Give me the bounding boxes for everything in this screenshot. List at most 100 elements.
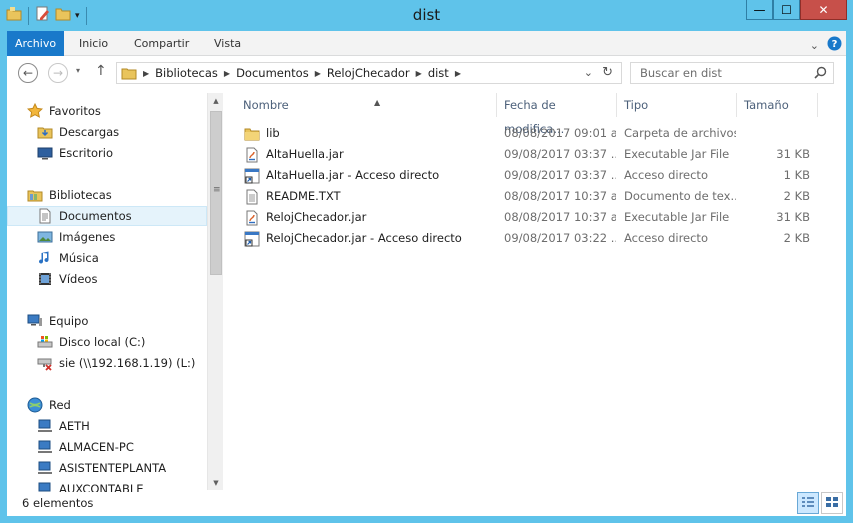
network-computer-icon (37, 418, 53, 434)
forward-button[interactable]: → (48, 63, 68, 83)
nav-almacen-pc[interactable]: ALMACEN-PC (37, 437, 207, 457)
search-input[interactable]: Buscar en dist (630, 62, 834, 84)
file-row-altahuella-shortcut[interactable]: AltaHuella.jar - Acceso directo 09/08/20… (225, 165, 818, 186)
navigation-pane-scrollbar[interactable]: ▲ ≡ ▼ (207, 93, 223, 490)
file-name-cell: README.TXT (244, 186, 494, 207)
file-type: Executable Jar File (624, 147, 730, 161)
nav-favoritos[interactable]: Favoritos (27, 101, 207, 121)
breadcrumb-documentos[interactable]: Documentos (236, 66, 309, 80)
file-row-relojchecador-jar[interactable]: RelojChecador.jar 08/08/2017 10:37 a... … (225, 207, 818, 228)
nav-label: ASISTENTEPLANTA (59, 461, 167, 475)
details-view-icon (801, 496, 815, 511)
nav-documentos[interactable]: Documentos (7, 206, 207, 226)
breadcrumb-separator[interactable]: ▶ (224, 69, 230, 78)
breadcrumb-separator[interactable]: ▶ (143, 69, 149, 78)
recent-locations-dropdown-icon[interactable]: ▾ (76, 66, 80, 75)
arrow-right-icon: → (52, 66, 64, 80)
nav-label: Favoritos (49, 104, 101, 118)
file-size: 2 KB (783, 231, 810, 245)
nav-imagenes[interactable]: Imágenes (37, 227, 207, 247)
network-computer-icon (37, 439, 53, 455)
nav-musica[interactable]: Música (37, 248, 207, 268)
nav-label: Red (49, 398, 71, 412)
nav-bibliotecas[interactable]: Bibliotecas (27, 185, 207, 205)
star-icon (27, 103, 43, 119)
libraries-icon (27, 187, 43, 203)
file-row-relojchecador-shortcut[interactable]: RelojChecador.jar - Acceso directo 09/08… (225, 228, 818, 249)
scroll-up-arrow-icon[interactable]: ▲ (208, 93, 224, 108)
view-switcher (797, 492, 843, 514)
nav-videos[interactable]: Vídeos (37, 269, 207, 289)
shortcut-icon (244, 168, 260, 184)
column-header-nombre[interactable]: Nombre ▲ (236, 93, 497, 117)
column-header-fecha[interactable]: Fecha de modifica... (497, 93, 617, 136)
nav-label: AETH (59, 419, 90, 433)
nav-asistenteplanta[interactable]: ASISTENTEPLANTA (37, 458, 207, 478)
nav-aeth[interactable]: AETH (37, 416, 207, 436)
nav-auxcontable[interactable]: AUXCONTABLE (37, 479, 207, 492)
column-headers: Nombre ▲ Fecha de modifica... Tipo Tamañ… (225, 93, 818, 136)
search-icon[interactable] (814, 66, 827, 82)
nav-label: ALMACEN-PC (59, 440, 134, 454)
nav-disco-local[interactable]: Disco local (C:) (37, 332, 207, 352)
tab-vista[interactable]: Vista (204, 31, 251, 56)
file-name: lib (266, 126, 280, 140)
breadcrumb-separator[interactable]: ▶ (416, 69, 422, 78)
library-folder-icon (121, 65, 137, 81)
file-row-readme[interactable]: README.TXT 08/08/2017 10:37 a... Documen… (225, 186, 818, 207)
nav-equipo[interactable]: Equipo (27, 311, 207, 331)
music-icon (37, 250, 53, 266)
file-name-cell: AltaHuella.jar (244, 144, 494, 165)
minimize-button[interactable]: — (746, 0, 773, 20)
close-button[interactable]: ✕ (800, 0, 847, 20)
file-row-lib[interactable]: lib 08/08/2017 09:01 a... Carpeta de arc… (225, 123, 818, 144)
help-icon[interactable]: ? (827, 36, 842, 54)
breadcrumb-bibliotecas[interactable]: Bibliotecas (155, 66, 218, 80)
desktop-icon (37, 145, 53, 161)
downloads-folder-icon (37, 124, 53, 140)
address-history-dropdown-icon[interactable]: ⌄ (584, 66, 593, 79)
column-header-tipo[interactable]: Tipo (617, 93, 737, 117)
refresh-icon[interactable]: ↻ (602, 65, 613, 80)
file-date: 08/08/2017 09:01 a... (504, 126, 616, 140)
breadcrumb-dist[interactable]: dist (428, 66, 449, 80)
address-bar[interactable]: ▶ Bibliotecas ▶ Documentos ▶ RelojChecad… (116, 62, 622, 84)
column-header-tamano[interactable]: Tamaño (737, 93, 818, 117)
nav-label: Bibliotecas (49, 188, 112, 202)
nav-red[interactable]: Red (27, 395, 207, 415)
expand-ribbon-icon[interactable]: ⌄ (810, 39, 819, 52)
breadcrumb-separator[interactable]: ▶ (315, 69, 321, 78)
nav-label: Descargas (59, 125, 120, 139)
breadcrumb-separator[interactable]: ▶ (455, 69, 461, 78)
file-size: 31 KB (776, 147, 810, 161)
svg-text:?: ? (832, 39, 838, 50)
breadcrumb-relojchecador[interactable]: RelojChecador (327, 66, 410, 80)
details-view-button[interactable] (797, 492, 819, 514)
tab-compartir[interactable]: Compartir (124, 31, 199, 56)
title-bar: ▾ dist — ☐ ✕ (0, 0, 853, 31)
maximize-button[interactable]: ☐ (773, 0, 800, 20)
file-size: 31 KB (776, 210, 810, 224)
search-placeholder: Buscar en dist (640, 66, 722, 80)
tab-archivo[interactable]: Archivo (7, 31, 64, 56)
navigation-pane: Favoritos Descargas Escritorio Bibliotec… (7, 90, 207, 492)
nav-label: sie (\\192.168.1.19) (L:) (59, 356, 196, 370)
file-name: RelojChecador.jar - Acceso directo (266, 231, 462, 245)
file-name-cell: AltaHuella.jar - Acceso directo (244, 165, 494, 186)
nav-escritorio[interactable]: Escritorio (37, 143, 207, 163)
up-one-level-button[interactable]: ↑ (95, 63, 107, 79)
file-name: AltaHuella.jar - Acceso directo (266, 168, 440, 182)
back-button[interactable]: ← (18, 63, 38, 83)
scroll-down-arrow-icon[interactable]: ▼ (208, 475, 224, 490)
file-name-cell: lib (244, 123, 494, 144)
nav-network-drive[interactable]: sie (\\192.168.1.19) (L:) (37, 353, 207, 373)
file-list: Nombre ▲ Fecha de modifica... Tipo Tamañ… (225, 90, 846, 492)
explorer-window: ▾ dist — ☐ ✕ Archivo Inicio Compartir Vi… (0, 0, 853, 523)
file-type: Documento de tex... (624, 189, 736, 203)
file-row-altahuella-jar[interactable]: AltaHuella.jar 09/08/2017 03:37 ... Exec… (225, 144, 818, 165)
file-type: Executable Jar File (624, 210, 730, 224)
nav-descargas[interactable]: Descargas (37, 122, 207, 142)
large-icons-view-button[interactable] (821, 492, 843, 514)
item-count: 6 elementos (22, 496, 94, 510)
tab-inicio[interactable]: Inicio (69, 31, 118, 56)
